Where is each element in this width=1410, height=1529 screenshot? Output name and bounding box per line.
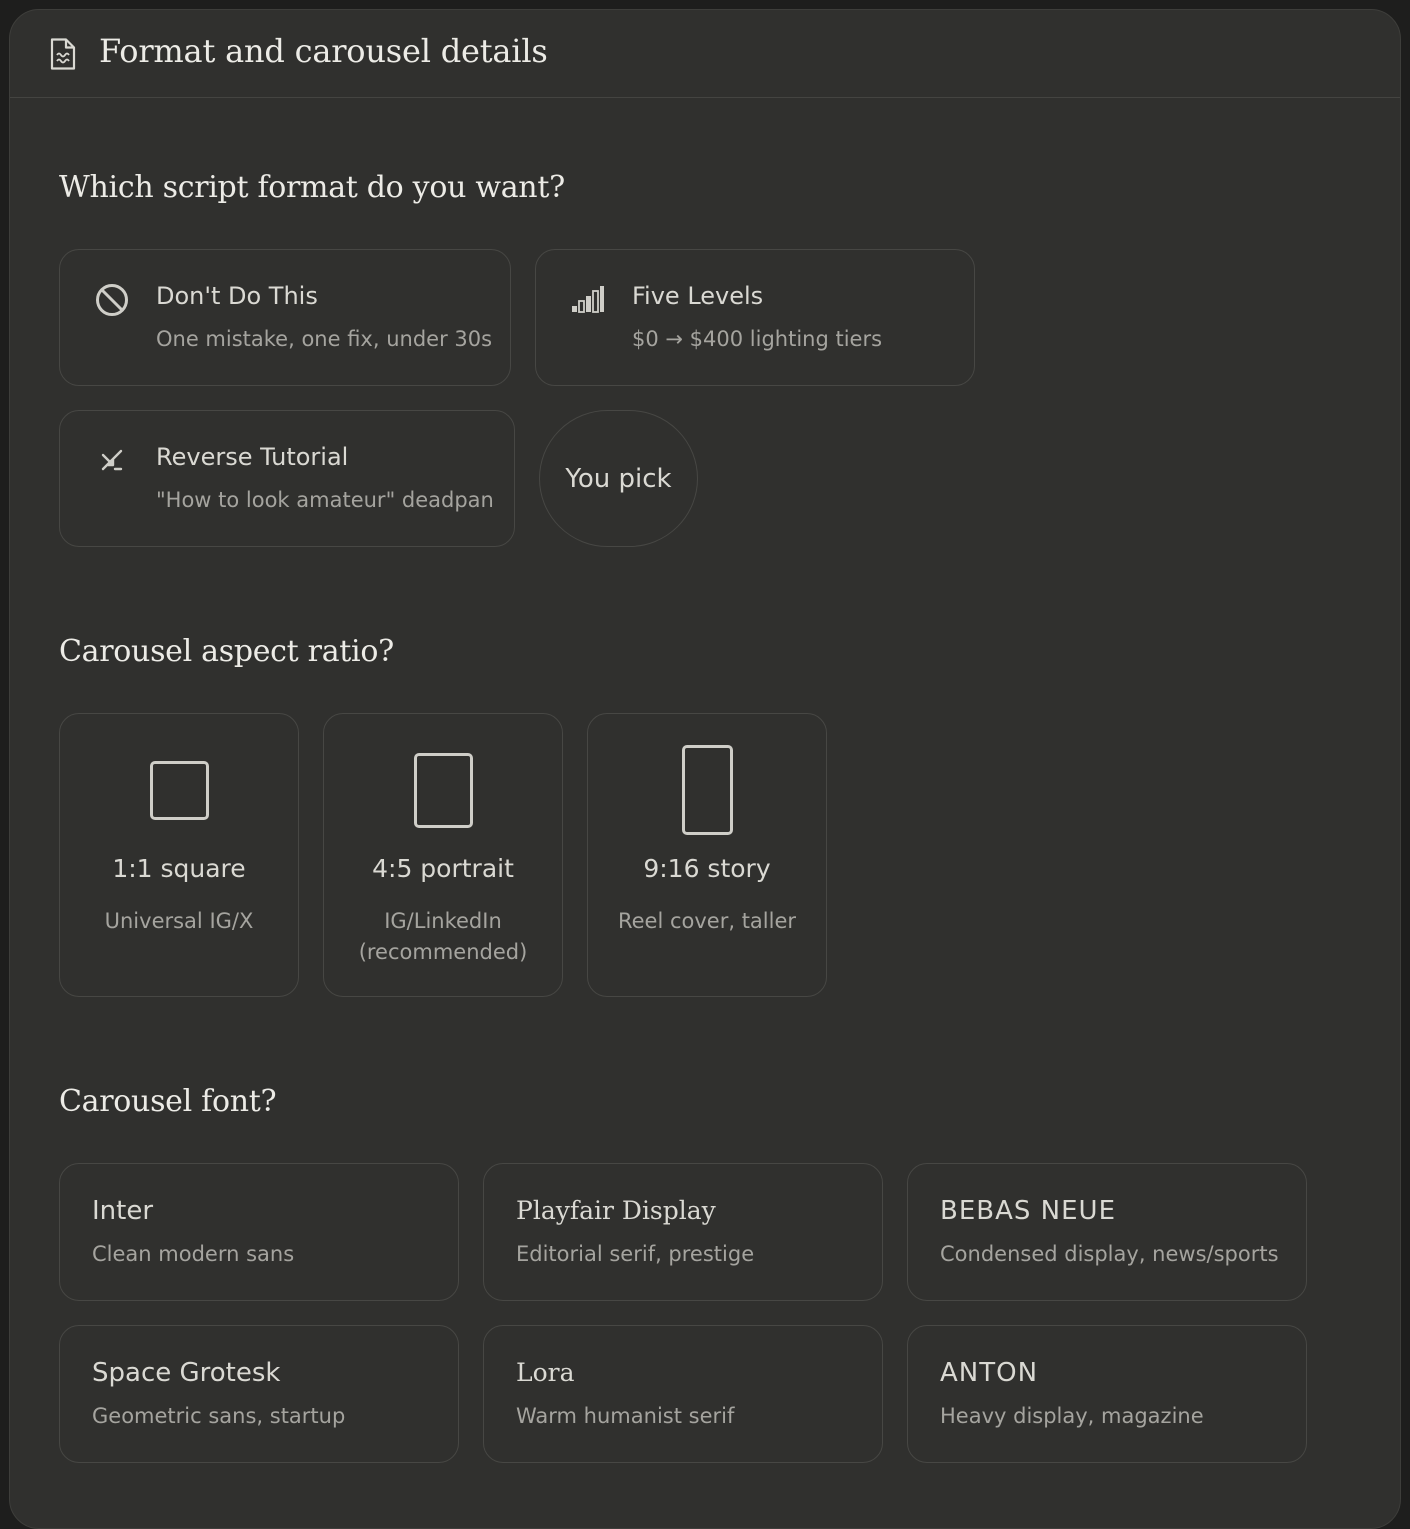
option-label: Inter — [92, 1196, 154, 1226]
option-label: Playfair Display — [516, 1196, 716, 1225]
font-option-playfair-display[interactable]: Playfair Display Editorial serif, presti… — [483, 1163, 883, 1301]
panel-title: Format and carousel details — [99, 32, 548, 70]
option-label: ANTON — [940, 1358, 1039, 1388]
format-option-dont-do-this[interactable]: Don't Do This One mistake, one fix, unde… — [59, 249, 511, 386]
option-label: 1:1 square — [112, 854, 246, 883]
reverse-arrows-icon — [101, 449, 123, 471]
option-label: BEBAS NEUE — [940, 1196, 1116, 1226]
format-option-five-levels[interactable]: Five Levels $0 → $400 lighting tiers — [535, 249, 975, 386]
ratio-option-square[interactable]: 1:1 square Universal IG/X — [59, 713, 299, 997]
font-option-lora[interactable]: Lora Warm humanist serif — [483, 1325, 883, 1463]
portrait-icon — [414, 753, 473, 828]
square-icon — [150, 761, 209, 820]
option-description: $0 → $400 lighting tiers — [632, 327, 883, 351]
font-option-space-grotesk[interactable]: Space Grotesk Geometric sans, startup — [59, 1325, 459, 1463]
script-format-question: Which script format do you want? — [59, 170, 565, 205]
font-option-anton[interactable]: ANTON Heavy display, magazine — [907, 1325, 1307, 1463]
format-option-reverse-tutorial[interactable]: Reverse Tutorial "How to look amateur" d… — [59, 410, 515, 547]
option-label: Reverse Tutorial — [156, 443, 349, 471]
ratio-option-story[interactable]: 9:16 story Reel cover, taller — [587, 713, 827, 997]
ratio-option-portrait[interactable]: 4:5 portrait IG/LinkedIn (recommended) — [323, 713, 563, 997]
option-description: IG/LinkedIn (recommended) — [358, 909, 528, 964]
option-description: Universal IG/X — [104, 909, 254, 933]
option-description: Heavy display, magazine — [940, 1404, 1204, 1428]
option-description: Geometric sans, startup — [92, 1404, 346, 1428]
option-label: 4:5 portrait — [372, 854, 514, 883]
font-option-bebas-neue[interactable]: BEBAS NEUE Condensed display, news/sport… — [907, 1163, 1307, 1301]
you-pick-button[interactable]: You pick — [539, 410, 698, 547]
prohibited-icon — [96, 284, 128, 316]
option-description: Clean modern sans — [92, 1242, 295, 1266]
story-icon — [682, 745, 733, 835]
option-description: Editorial serif, prestige — [516, 1242, 755, 1266]
option-description: Warm humanist serif — [516, 1404, 735, 1428]
font-question: Carousel font? — [59, 1084, 277, 1119]
option-description: Reel cover, taller — [617, 909, 797, 933]
aspect-ratio-question: Carousel aspect ratio? — [59, 634, 394, 669]
font-option-inter[interactable]: Inter Clean modern sans — [59, 1163, 459, 1301]
option-description: One mistake, one fix, under 30s — [156, 327, 493, 351]
option-label: Five Levels — [632, 282, 764, 310]
panel-header: Format and carousel details — [10, 10, 1400, 98]
format-details-panel: Format and carousel details Which script… — [9, 9, 1401, 1529]
option-description: "How to look amateur" deadpan — [156, 488, 494, 512]
option-label: Lora — [516, 1358, 575, 1387]
option-description: Condensed display, news/sports — [940, 1242, 1279, 1266]
option-label: 9:16 story — [643, 854, 771, 883]
signal-bars-icon — [572, 286, 604, 313]
document-icon — [50, 38, 76, 70]
option-label: Don't Do This — [156, 282, 318, 310]
option-label: Space Grotesk — [92, 1358, 281, 1388]
